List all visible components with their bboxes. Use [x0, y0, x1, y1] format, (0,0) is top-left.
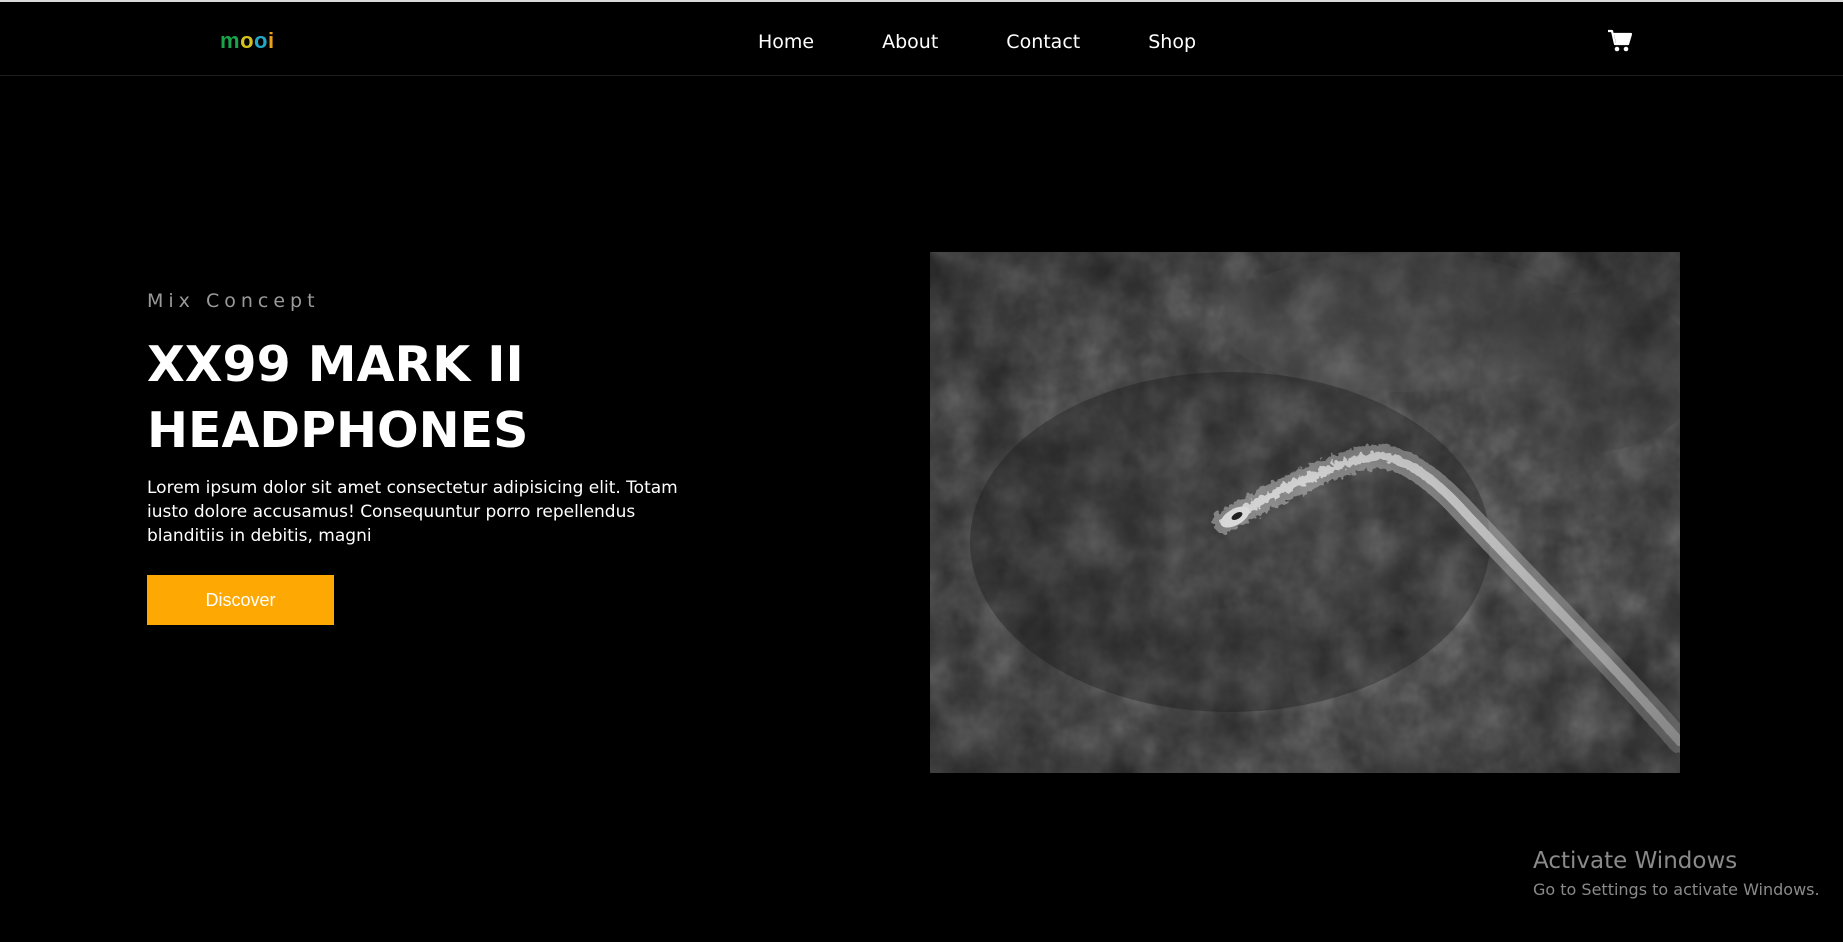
watermark-title: Activate Windows	[1533, 848, 1738, 874]
nav-link-shop[interactable]: Shop	[1148, 30, 1196, 54]
hero-image	[930, 252, 1680, 773]
hero-title: XX99 MARK II HEADPHONES	[147, 332, 707, 464]
nav-link-home[interactable]: Home	[758, 30, 814, 54]
logo-letter: i	[267, 28, 275, 53]
hero-description: Lorem ipsum dolor sit amet consectetur a…	[147, 478, 678, 546]
discover-button[interactable]: Discover	[147, 575, 334, 625]
hero-title-line-1: XX99 MARK II	[147, 336, 524, 393]
hero-title-line-2: HEADPHONES	[147, 402, 529, 459]
top-navbar: mooi Home About Contact Shop	[0, 0, 1843, 76]
logo-letter: m	[220, 28, 241, 53]
brand-logo[interactable]: mooi	[220, 28, 275, 54]
watermark-subtitle: Go to Settings to activate Windows.	[1533, 880, 1820, 899]
logo-letter: o	[254, 28, 268, 53]
activate-windows-watermark: Activate Windows Go to Settings to activ…	[1533, 846, 1820, 902]
logo-letter: o	[240, 28, 255, 53]
page: mooi Home About Contact Shop Mix Concept…	[0, 0, 1843, 942]
shopping-cart-icon[interactable]	[1607, 29, 1633, 53]
nav-link-about[interactable]: About	[882, 30, 938, 54]
hero-kicker: Mix Concept	[147, 290, 320, 312]
hero-text: Mix Concept XX99 MARK II HEADPHONES Lore…	[147, 290, 707, 625]
main-menu: Home About Contact Shop	[758, 30, 1264, 54]
nav-link-contact[interactable]: Contact	[1006, 30, 1080, 54]
